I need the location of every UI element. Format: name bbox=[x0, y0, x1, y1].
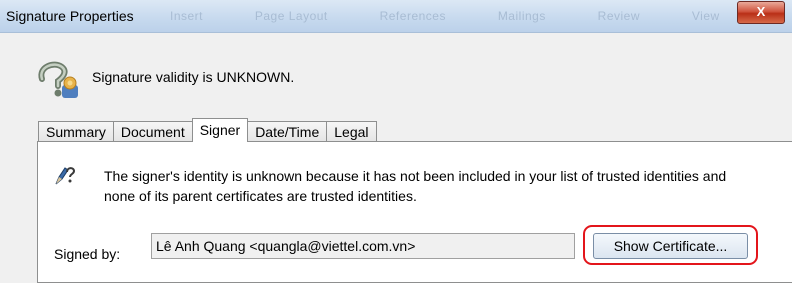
close-button[interactable]: X bbox=[737, 1, 785, 24]
signature-unknown-icon bbox=[38, 61, 78, 98]
background-ribbon-menu: Insert Page Layout References Mailings R… bbox=[170, 9, 768, 23]
ribbon-menu-item: Review bbox=[597, 9, 641, 23]
tab-summary[interactable]: Summary bbox=[38, 121, 114, 142]
tab-legal[interactable]: Legal bbox=[326, 121, 377, 142]
signer-tab-panel: The signer's identity is unknown because… bbox=[37, 141, 792, 283]
ribbon-menu-item: References bbox=[379, 9, 446, 23]
ribbon-menu-item: View bbox=[691, 9, 720, 23]
validity-status-text: Signature validity is UNKNOWN. bbox=[92, 69, 295, 85]
ribbon-menu-item: Mailings bbox=[497, 9, 546, 23]
signed-by-field[interactable]: Lê Anh Quang <quangla@viettel.com.vn> bbox=[151, 233, 575, 259]
ribbon-menu-item: Page Layout bbox=[254, 9, 328, 23]
signed-by-label: Signed by: bbox=[54, 246, 121, 262]
signer-identity-message: The signer's identity is unknown because… bbox=[104, 168, 727, 204]
signature-properties-dialog: Signature validity is UNKNOWN. Summary D… bbox=[8, 33, 792, 283]
pen-question-icon bbox=[55, 167, 76, 185]
window-title: Signature Properties bbox=[6, 8, 134, 24]
title-bar: Signature Properties Insert Page Layout … bbox=[0, 0, 792, 33]
tab-document[interactable]: Document bbox=[112, 121, 193, 142]
tab-strip: Summary Document Signer Date/Time Legal bbox=[38, 118, 377, 142]
tab-signer[interactable]: Signer bbox=[191, 118, 249, 142]
tab-date-time[interactable]: Date/Time bbox=[247, 121, 328, 142]
show-certificate-button[interactable]: Show Certificate... bbox=[593, 233, 748, 259]
ribbon-menu-item: Insert bbox=[170, 9, 204, 23]
